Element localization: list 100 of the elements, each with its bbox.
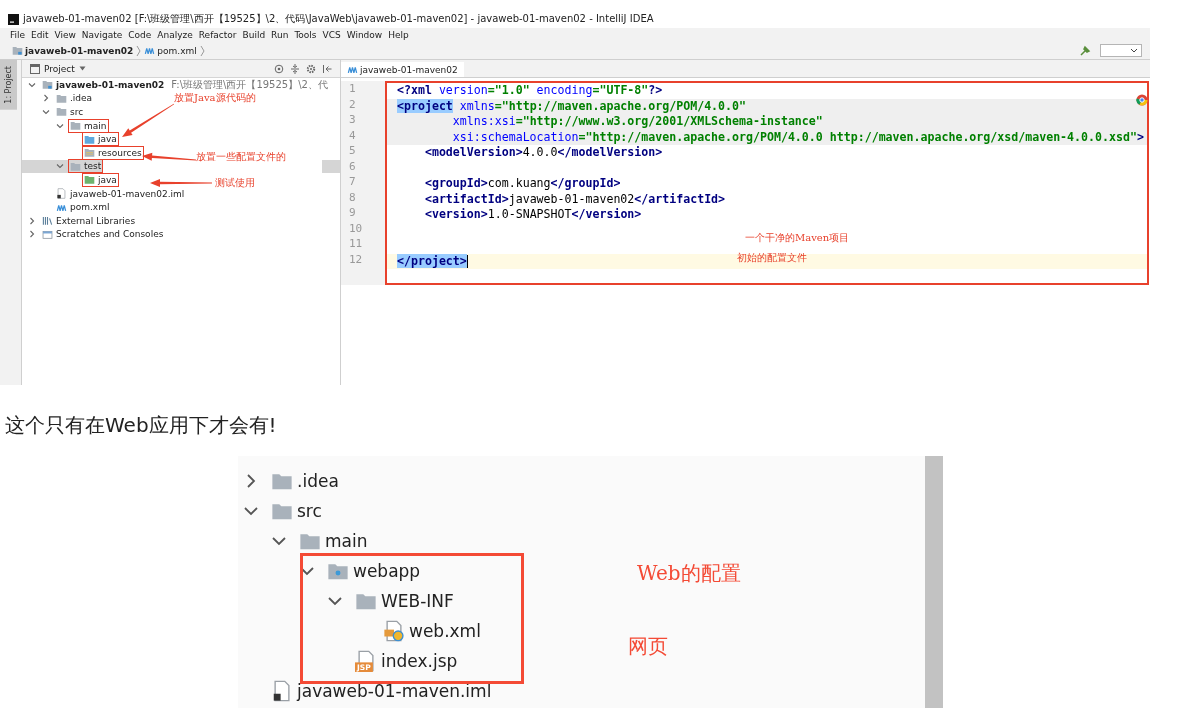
- window-title: javaweb-01-maven02 [F:\班级管理\西开【19525】\2、代码\JavaWeb\javaweb-01-maven02] - javaweb-01-maven02 - IntelliJ IDEA: [23, 12, 654, 26]
- line-number: 2: [348, 96, 357, 112]
- tree-item[interactable]: javaweb-01-maven.iml: [238, 676, 492, 706]
- tree-item[interactable]: java: [22, 132, 119, 146]
- breadcrumb-item[interactable]: pom.xml: [144, 45, 197, 56]
- tree-item[interactable]: pom.xml: [22, 200, 112, 214]
- project-view-selector[interactable]: Project: [30, 63, 86, 74]
- run-config-dropdown[interactable]: [1100, 44, 1142, 57]
- annotation-text: Web的配置: [637, 560, 741, 587]
- tree-item[interactable]: src: [22, 105, 86, 119]
- browser-icon[interactable]: [1136, 94, 1148, 106]
- code-text: <modelVersion>4.0.0</modelVersion>: [423, 145, 663, 161]
- menu-item[interactable]: Code: [128, 30, 152, 40]
- chevron-icon[interactable]: [56, 162, 64, 171]
- file-icon: [347, 64, 358, 75]
- annotation-text: 放置Java源代码的: [174, 91, 256, 105]
- code-text: <artifactId>javaweb-01-maven02</artifactId>: [423, 191, 726, 207]
- editor-tab[interactable]: javaweb-01-maven02: [341, 62, 464, 77]
- menu-item[interactable]: Build: [242, 30, 266, 40]
- chevron-icon[interactable]: [28, 230, 36, 239]
- line-number: 9: [348, 205, 357, 221]
- folder-icon: [84, 147, 95, 159]
- menu-item[interactable]: File: [10, 30, 26, 40]
- menu-item[interactable]: Run: [271, 30, 289, 40]
- folder-icon: [70, 120, 81, 132]
- hide-icon[interactable]: [322, 63, 332, 74]
- tree-item[interactable]: .idea: [22, 91, 95, 106]
- folder-icon: [70, 160, 81, 172]
- menu-item[interactable]: Navigate: [81, 30, 123, 40]
- menu-item[interactable]: Analyze: [157, 30, 193, 40]
- tree-item[interactable]: java: [22, 173, 119, 187]
- tree-item[interactable]: javaweb-01-maven02.iml: [22, 186, 187, 201]
- chevron-icon[interactable]: [42, 108, 50, 116]
- folder-icon: [56, 92, 67, 104]
- code-text: <?xml version="1.0" encoding="UTF-8"?>: [397, 83, 663, 99]
- line-number: 12: [348, 251, 364, 267]
- line-number: 8: [348, 189, 357, 205]
- chevron-icon[interactable]: [28, 80, 36, 89]
- tree-item[interactable]: External Libraries: [22, 213, 138, 228]
- code-text: <project xmlns="http://maven.apache.org/POM/4.0.0": [397, 98, 746, 114]
- tool-window-tab[interactable]: 1: Project: [0, 60, 17, 110]
- tree-item[interactable]: main: [238, 526, 368, 556]
- chevron-icon[interactable]: [42, 94, 50, 103]
- chevron-icon: [136, 44, 142, 57]
- chevron-icon: [199, 44, 205, 57]
- folder-icon: [84, 174, 95, 186]
- arrow: [142, 152, 196, 161]
- menu-item[interactable]: Window: [346, 30, 383, 40]
- app-icon: [8, 13, 19, 25]
- tree-item[interactable]: web.xml: [238, 616, 481, 646]
- line-number: 7: [348, 174, 357, 190]
- chevron-icon[interactable]: [28, 216, 36, 225]
- chevron-icon[interactable]: [56, 121, 64, 130]
- line-number: 10: [348, 220, 364, 236]
- xml-file-icon: [383, 620, 405, 642]
- code-text: xsi:schemaLocation="http://maven.apache.org/POM/4.0.0 http://maven.apache.org/xsd/maven-4.0.0.xsd">: [451, 129, 1144, 145]
- breadcrumb-item[interactable]: javaweb-01-maven02: [12, 45, 134, 56]
- file-icon: [56, 188, 67, 200]
- tree-item[interactable]: test: [22, 159, 104, 174]
- annotation-text: 放置一些配置文件的: [196, 150, 286, 164]
- line-number: 3: [348, 112, 357, 128]
- file-icon: [144, 45, 156, 56]
- code-text: <groupId>com.kuang</groupId>: [423, 176, 621, 192]
- build-icon[interactable]: [1079, 44, 1091, 57]
- tree-item[interactable]: webapp: [238, 556, 421, 586]
- target-icon[interactable]: [274, 63, 284, 74]
- menu-item[interactable]: Edit: [31, 30, 49, 40]
- tree-item[interactable]: javaweb-01-maven02 F:\班级管理\西开【19525】\2、代: [22, 78, 330, 92]
- code-editor[interactable]: [385, 81, 1149, 285]
- jsp-file-icon: JSP: [355, 650, 377, 672]
- code-text: <version>1.0-SNAPSHOT</version>: [423, 207, 642, 223]
- tree-item[interactable]: JSP index.jsp: [238, 646, 458, 676]
- line-number: 6: [348, 158, 357, 174]
- tree-item[interactable]: Scratches and Consoles: [22, 227, 166, 242]
- tree-item[interactable]: WEB-INF: [238, 586, 454, 616]
- menu-item[interactable]: View: [54, 30, 76, 40]
- menu-item[interactable]: VCS: [322, 30, 341, 40]
- menu-item[interactable]: Refactor: [198, 30, 237, 40]
- line-number: 11: [348, 236, 364, 252]
- menu-item[interactable]: Help: [388, 30, 409, 40]
- file-icon: [271, 680, 293, 702]
- annotation-text: 一个干净的Maven项目: [745, 231, 850, 245]
- folder-icon: [56, 106, 67, 118]
- annotation-text: 网页: [628, 633, 668, 660]
- menu-item[interactable]: Tools: [294, 30, 317, 40]
- line-number: 4: [348, 127, 357, 143]
- tree-item[interactable]: main: [22, 118, 109, 133]
- console-icon: [42, 228, 53, 240]
- line-number: 1: [348, 81, 357, 97]
- settings-icon[interactable]: [306, 63, 316, 74]
- tree-item[interactable]: src: [238, 496, 322, 526]
- code-text: </project>: [397, 253, 467, 269]
- scrollbar[interactable]: [925, 456, 943, 708]
- collapse-icon[interactable]: [290, 63, 300, 74]
- folder-icon: [84, 133, 95, 145]
- tree-item[interactable]: .idea: [238, 466, 339, 496]
- library-icon: [42, 215, 53, 227]
- code-text: xmlns:xsi="http://www.w3.org/2001/XMLSchema-instance": [451, 114, 823, 130]
- window-icon: [30, 63, 40, 74]
- caret-icon: [1130, 47, 1138, 54]
